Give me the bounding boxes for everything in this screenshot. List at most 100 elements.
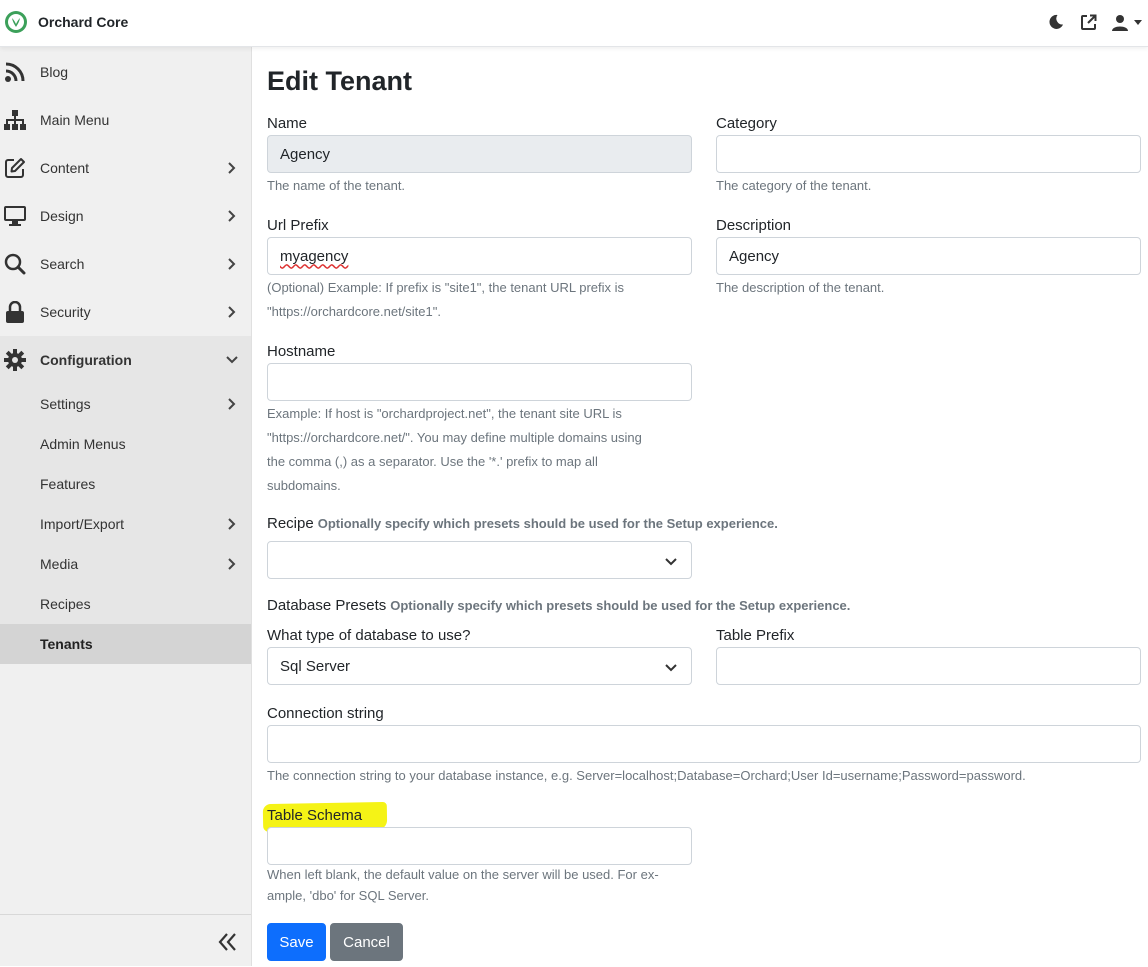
recipe-hint: Optionally specify which presets should … xyxy=(317,516,778,531)
sidebar-item-label: Design xyxy=(40,208,84,224)
sidebar-item-label: Configuration xyxy=(40,352,132,368)
description-field-value: Agency xyxy=(729,247,780,265)
description-label: Description xyxy=(716,217,792,234)
chevron-right-icon xyxy=(226,518,238,530)
page-title: Edit Tenant xyxy=(267,66,412,96)
sidebar-item-label: Features xyxy=(40,476,96,492)
user-menu[interactable] xyxy=(1112,14,1142,31)
table-prefix-label: Table Prefix xyxy=(716,627,795,644)
chevron-right-icon xyxy=(226,162,238,174)
sidebar-subitem-settings[interactable]: Settings xyxy=(0,384,251,424)
sidebar-item-label: Blog xyxy=(40,64,69,80)
url-prefix-help: "https://orchardcore.net/site1". xyxy=(267,304,441,319)
sidebar-item-blog[interactable]: Blog xyxy=(0,48,251,96)
configuration-submenu: Settings Admin Menus Features Import/Exp… xyxy=(0,384,251,664)
chevron-down-icon xyxy=(665,558,677,566)
recipe-label-row: Recipe Optionally specify which presets s… xyxy=(267,515,778,532)
url-prefix-label: Url Prefix xyxy=(267,217,329,234)
sidebar-subitem-features[interactable]: Features xyxy=(0,464,251,504)
user-icon xyxy=(1112,14,1128,31)
chevron-right-icon xyxy=(226,398,238,410)
category-help: The category of the tenant. xyxy=(716,178,872,193)
recipe-select[interactable] xyxy=(267,541,692,579)
hostname-help: Example: If host is "orchardproject.net"… xyxy=(267,406,622,421)
sidebar: Blog Main Menu Content Design Search Sec… xyxy=(0,47,252,966)
url-prefix-field-value: myagency xyxy=(280,247,349,265)
category-label: Category xyxy=(716,115,777,132)
chevron-right-icon xyxy=(226,258,238,270)
sidebar-subitem-tenants[interactable]: Tenants xyxy=(0,624,251,664)
sidebar-subitem-media[interactable]: Media xyxy=(0,544,251,584)
chevron-down-icon xyxy=(665,664,677,672)
database-presets-hint: Optionally specify which presets should … xyxy=(390,598,851,613)
brand[interactable]: Orchard Core xyxy=(4,10,128,34)
hostname-help: subdomains. xyxy=(267,478,341,493)
sidebar-item-label: Import/Export xyxy=(40,516,125,532)
sidebar-item-security[interactable]: Security xyxy=(0,288,251,336)
table-schema-help: When left blank, the default value on th… xyxy=(267,867,659,882)
sidebar-subitem-recipes[interactable]: Recipes xyxy=(0,584,251,624)
chevron-right-icon xyxy=(226,558,238,570)
sidebar-item-label: Admin Menus xyxy=(40,436,126,452)
table-schema-label: Table Schema xyxy=(267,807,363,824)
sidebar-subitem-import-export[interactable]: Import/Export xyxy=(0,504,251,544)
hostname-field[interactable] xyxy=(267,363,692,401)
sidebar-item-label: Search xyxy=(40,256,85,272)
sitemap-icon xyxy=(3,108,27,132)
rss-icon xyxy=(3,60,27,84)
sidebar-item-label: Recipes xyxy=(40,596,91,612)
search-icon xyxy=(3,252,27,276)
recipe-label: Recipe xyxy=(267,515,314,532)
main-content: Edit Tenant Name Agency The name of the … xyxy=(251,47,1148,966)
orchard-logo-icon xyxy=(5,11,27,33)
sidebar-item-main-menu[interactable]: Main Menu xyxy=(0,96,251,144)
sidebar-item-configuration[interactable]: Configuration xyxy=(0,336,251,384)
collapse-sidebar-icon[interactable] xyxy=(218,932,238,952)
sidebar-item-label: Main Menu xyxy=(40,112,110,128)
connection-string-help: The connection string to your database i… xyxy=(267,768,1026,783)
name-field[interactable]: Agency xyxy=(267,135,692,173)
monitor-icon xyxy=(3,204,27,228)
name-label: Name xyxy=(267,115,308,132)
sidebar-item-label: Tenants xyxy=(40,636,93,652)
chevron-right-icon xyxy=(226,210,238,222)
name-field-value: Agency xyxy=(280,145,331,163)
table-schema-field[interactable] xyxy=(267,827,692,865)
url-prefix-field[interactable]: myagency xyxy=(267,237,692,275)
url-prefix-help: (Optional) Example: If prefix is "site1"… xyxy=(267,280,625,295)
sidebar-item-search[interactable]: Search xyxy=(0,240,251,288)
name-help: The name of the tenant. xyxy=(267,178,406,193)
sidebar-item-content[interactable]: Content xyxy=(0,144,251,192)
description-field[interactable]: Agency xyxy=(716,237,1141,275)
connection-string-label: Connection string xyxy=(267,705,384,722)
hostname-label: Hostname xyxy=(267,343,336,360)
lock-icon xyxy=(3,300,27,324)
brand-title: Orchard Core xyxy=(38,14,129,30)
database-presets-heading: Database Presets Optionally specify which… xyxy=(267,597,850,614)
external-link-icon[interactable] xyxy=(1078,10,1098,34)
save-button[interactable]: Save xyxy=(267,923,326,961)
database-type-select-value: Sql Server xyxy=(280,657,351,675)
top-navbar: Orchard Core xyxy=(0,0,1148,47)
hostname-help: "https://orchardcore.net/". You may defi… xyxy=(267,430,642,445)
sidebar-item-label: Content xyxy=(40,160,90,176)
sidebar-item-label: Settings xyxy=(40,396,91,412)
database-type-select[interactable]: Sql Server xyxy=(267,647,692,685)
sidebar-item-label: Media xyxy=(40,556,79,572)
database-presets-label: Database Presets xyxy=(267,597,387,614)
database-type-label: What type of database to use? xyxy=(267,627,471,644)
sidebar-item-design[interactable]: Design xyxy=(0,192,251,240)
description-help: The description of the tenant. xyxy=(716,280,885,295)
cancel-button[interactable]: Cancel xyxy=(330,923,403,961)
category-field[interactable] xyxy=(716,135,1141,173)
chevron-down-icon xyxy=(1134,19,1142,25)
hostname-help: the comma (,) as a separator. Use the '*… xyxy=(267,454,598,469)
sidebar-subitem-admin-menus[interactable]: Admin Menus xyxy=(0,424,251,464)
sidebar-item-label: Security xyxy=(40,304,91,320)
connection-string-field[interactable] xyxy=(267,725,1141,763)
moon-icon[interactable] xyxy=(1046,10,1066,34)
gear-icon xyxy=(3,348,27,372)
table-prefix-field[interactable] xyxy=(716,647,1141,685)
chevron-right-icon xyxy=(226,306,238,318)
chevron-down-icon xyxy=(226,354,238,366)
